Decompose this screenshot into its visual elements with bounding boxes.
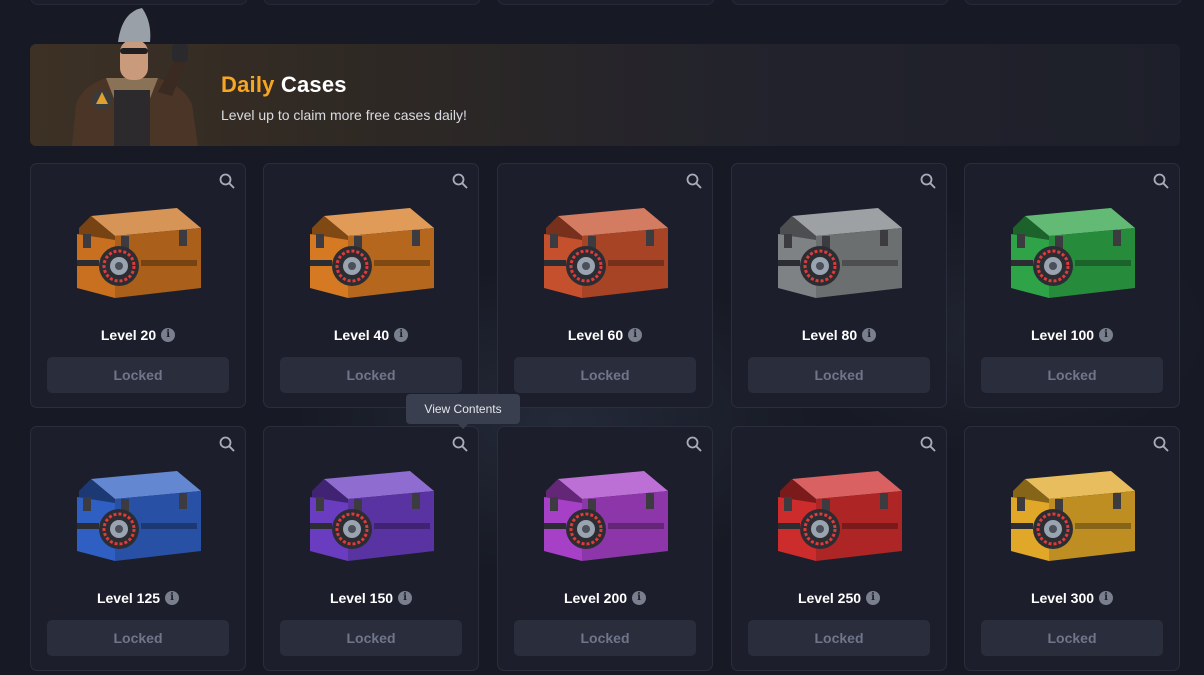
- case-level-row: Level 80 i: [732, 327, 946, 343]
- page-title: Daily Cases: [221, 72, 347, 98]
- case-level-row: Level 20 i: [31, 327, 245, 343]
- case-card[interactable]: Level 80 i Locked: [731, 163, 947, 408]
- case-card[interactable]: Level 20 i Locked: [30, 163, 246, 408]
- view-contents-button[interactable]: [1153, 173, 1169, 189]
- locked-button[interactable]: Locked: [280, 620, 462, 656]
- case-image: [1003, 457, 1143, 567]
- banner-subtitle: Level up to claim more free cases daily!: [221, 107, 467, 123]
- case-level-label: Level 20: [100, 327, 157, 343]
- locked-button[interactable]: Locked: [748, 620, 930, 656]
- info-icon[interactable]: i: [632, 591, 647, 605]
- case-card[interactable]: Level 150 i Locked: [263, 426, 479, 671]
- search-icon: [452, 173, 468, 193]
- view-contents-button[interactable]: [686, 436, 702, 452]
- case-image: [69, 194, 209, 304]
- daily-cases-banner: [30, 44, 1180, 146]
- case-image: [770, 457, 910, 567]
- case-level-row: Level 40 i: [264, 327, 478, 343]
- view-contents-tooltip: View Contents: [406, 394, 520, 429]
- case-level-label: Level 80: [801, 327, 858, 343]
- locked-button[interactable]: Locked: [280, 357, 462, 393]
- info-icon[interactable]: i: [1099, 591, 1114, 605]
- search-icon: [1153, 173, 1169, 193]
- view-contents-button[interactable]: [219, 436, 235, 452]
- locked-button[interactable]: Locked: [47, 357, 229, 393]
- info-icon[interactable]: i: [394, 328, 409, 342]
- case-image: [302, 457, 442, 567]
- locked-button[interactable]: Locked: [514, 357, 696, 393]
- view-contents-button[interactable]: [686, 173, 702, 189]
- case-level-label: Level 200: [563, 590, 628, 606]
- case-level-label: Level 100: [1030, 327, 1095, 343]
- search-icon: [219, 173, 235, 193]
- case-card[interactable]: Level 200 i Locked: [497, 426, 713, 671]
- view-contents-button[interactable]: [1153, 436, 1169, 452]
- case-level-label: Level 60: [567, 327, 624, 343]
- case-level-row: Level 300 i: [965, 590, 1179, 606]
- info-icon[interactable]: i: [628, 328, 643, 342]
- locked-button[interactable]: Locked: [981, 620, 1163, 656]
- previous-card-stub: [731, 0, 949, 5]
- search-icon: [920, 173, 936, 193]
- view-contents-button[interactable]: [219, 173, 235, 189]
- info-icon[interactable]: i: [1099, 328, 1114, 342]
- view-contents-button[interactable]: [920, 436, 936, 452]
- case-level-label: Level 40: [333, 327, 390, 343]
- case-level-label: Level 250: [797, 590, 862, 606]
- case-level-row: Level 125 i: [31, 590, 245, 606]
- case-card[interactable]: Level 250 i Locked: [731, 426, 947, 671]
- case-image: [536, 194, 676, 304]
- info-icon[interactable]: i: [161, 328, 176, 342]
- search-icon: [219, 436, 235, 456]
- case-card[interactable]: Level 100 i Locked: [964, 163, 1180, 408]
- case-level-label: Level 125: [96, 590, 161, 606]
- case-image: [536, 457, 676, 567]
- view-contents-button[interactable]: [452, 436, 468, 452]
- view-contents-button[interactable]: [452, 173, 468, 189]
- case-level-row: Level 60 i: [498, 327, 712, 343]
- title-accent: Daily: [221, 72, 275, 97]
- search-icon: [686, 173, 702, 193]
- previous-card-stub: [263, 0, 481, 5]
- title-rest: Cases: [280, 72, 347, 97]
- character-avatar: [72, 8, 198, 146]
- view-contents-button[interactable]: [920, 173, 936, 189]
- locked-button[interactable]: Locked: [514, 620, 696, 656]
- locked-button[interactable]: Locked: [47, 620, 229, 656]
- case-image: [1003, 194, 1143, 304]
- case-card[interactable]: Level 300 i Locked: [964, 426, 1180, 671]
- case-level-row: Level 100 i: [965, 327, 1179, 343]
- case-level-label: Level 150: [329, 590, 394, 606]
- info-icon[interactable]: i: [862, 328, 877, 342]
- case-level-row: Level 250 i: [732, 590, 946, 606]
- search-icon: [452, 436, 468, 456]
- case-image: [302, 194, 442, 304]
- case-image: [69, 457, 209, 567]
- previous-card-stub: [497, 0, 715, 5]
- info-icon[interactable]: i: [866, 591, 881, 605]
- previous-card-stub: [964, 0, 1182, 5]
- case-level-row: Level 150 i: [264, 590, 478, 606]
- case-level-row: Level 200 i: [498, 590, 712, 606]
- locked-button[interactable]: Locked: [748, 357, 930, 393]
- case-level-label: Level 300: [1030, 590, 1095, 606]
- search-icon: [1153, 436, 1169, 456]
- case-card[interactable]: Level 40 i Locked: [263, 163, 479, 408]
- search-icon: [920, 436, 936, 456]
- case-card[interactable]: Level 60 i Locked: [497, 163, 713, 408]
- search-icon: [686, 436, 702, 456]
- info-icon[interactable]: i: [165, 591, 180, 605]
- info-icon[interactable]: i: [398, 591, 413, 605]
- locked-button[interactable]: Locked: [981, 357, 1163, 393]
- case-image: [770, 194, 910, 304]
- case-card[interactable]: Level 125 i Locked: [30, 426, 246, 671]
